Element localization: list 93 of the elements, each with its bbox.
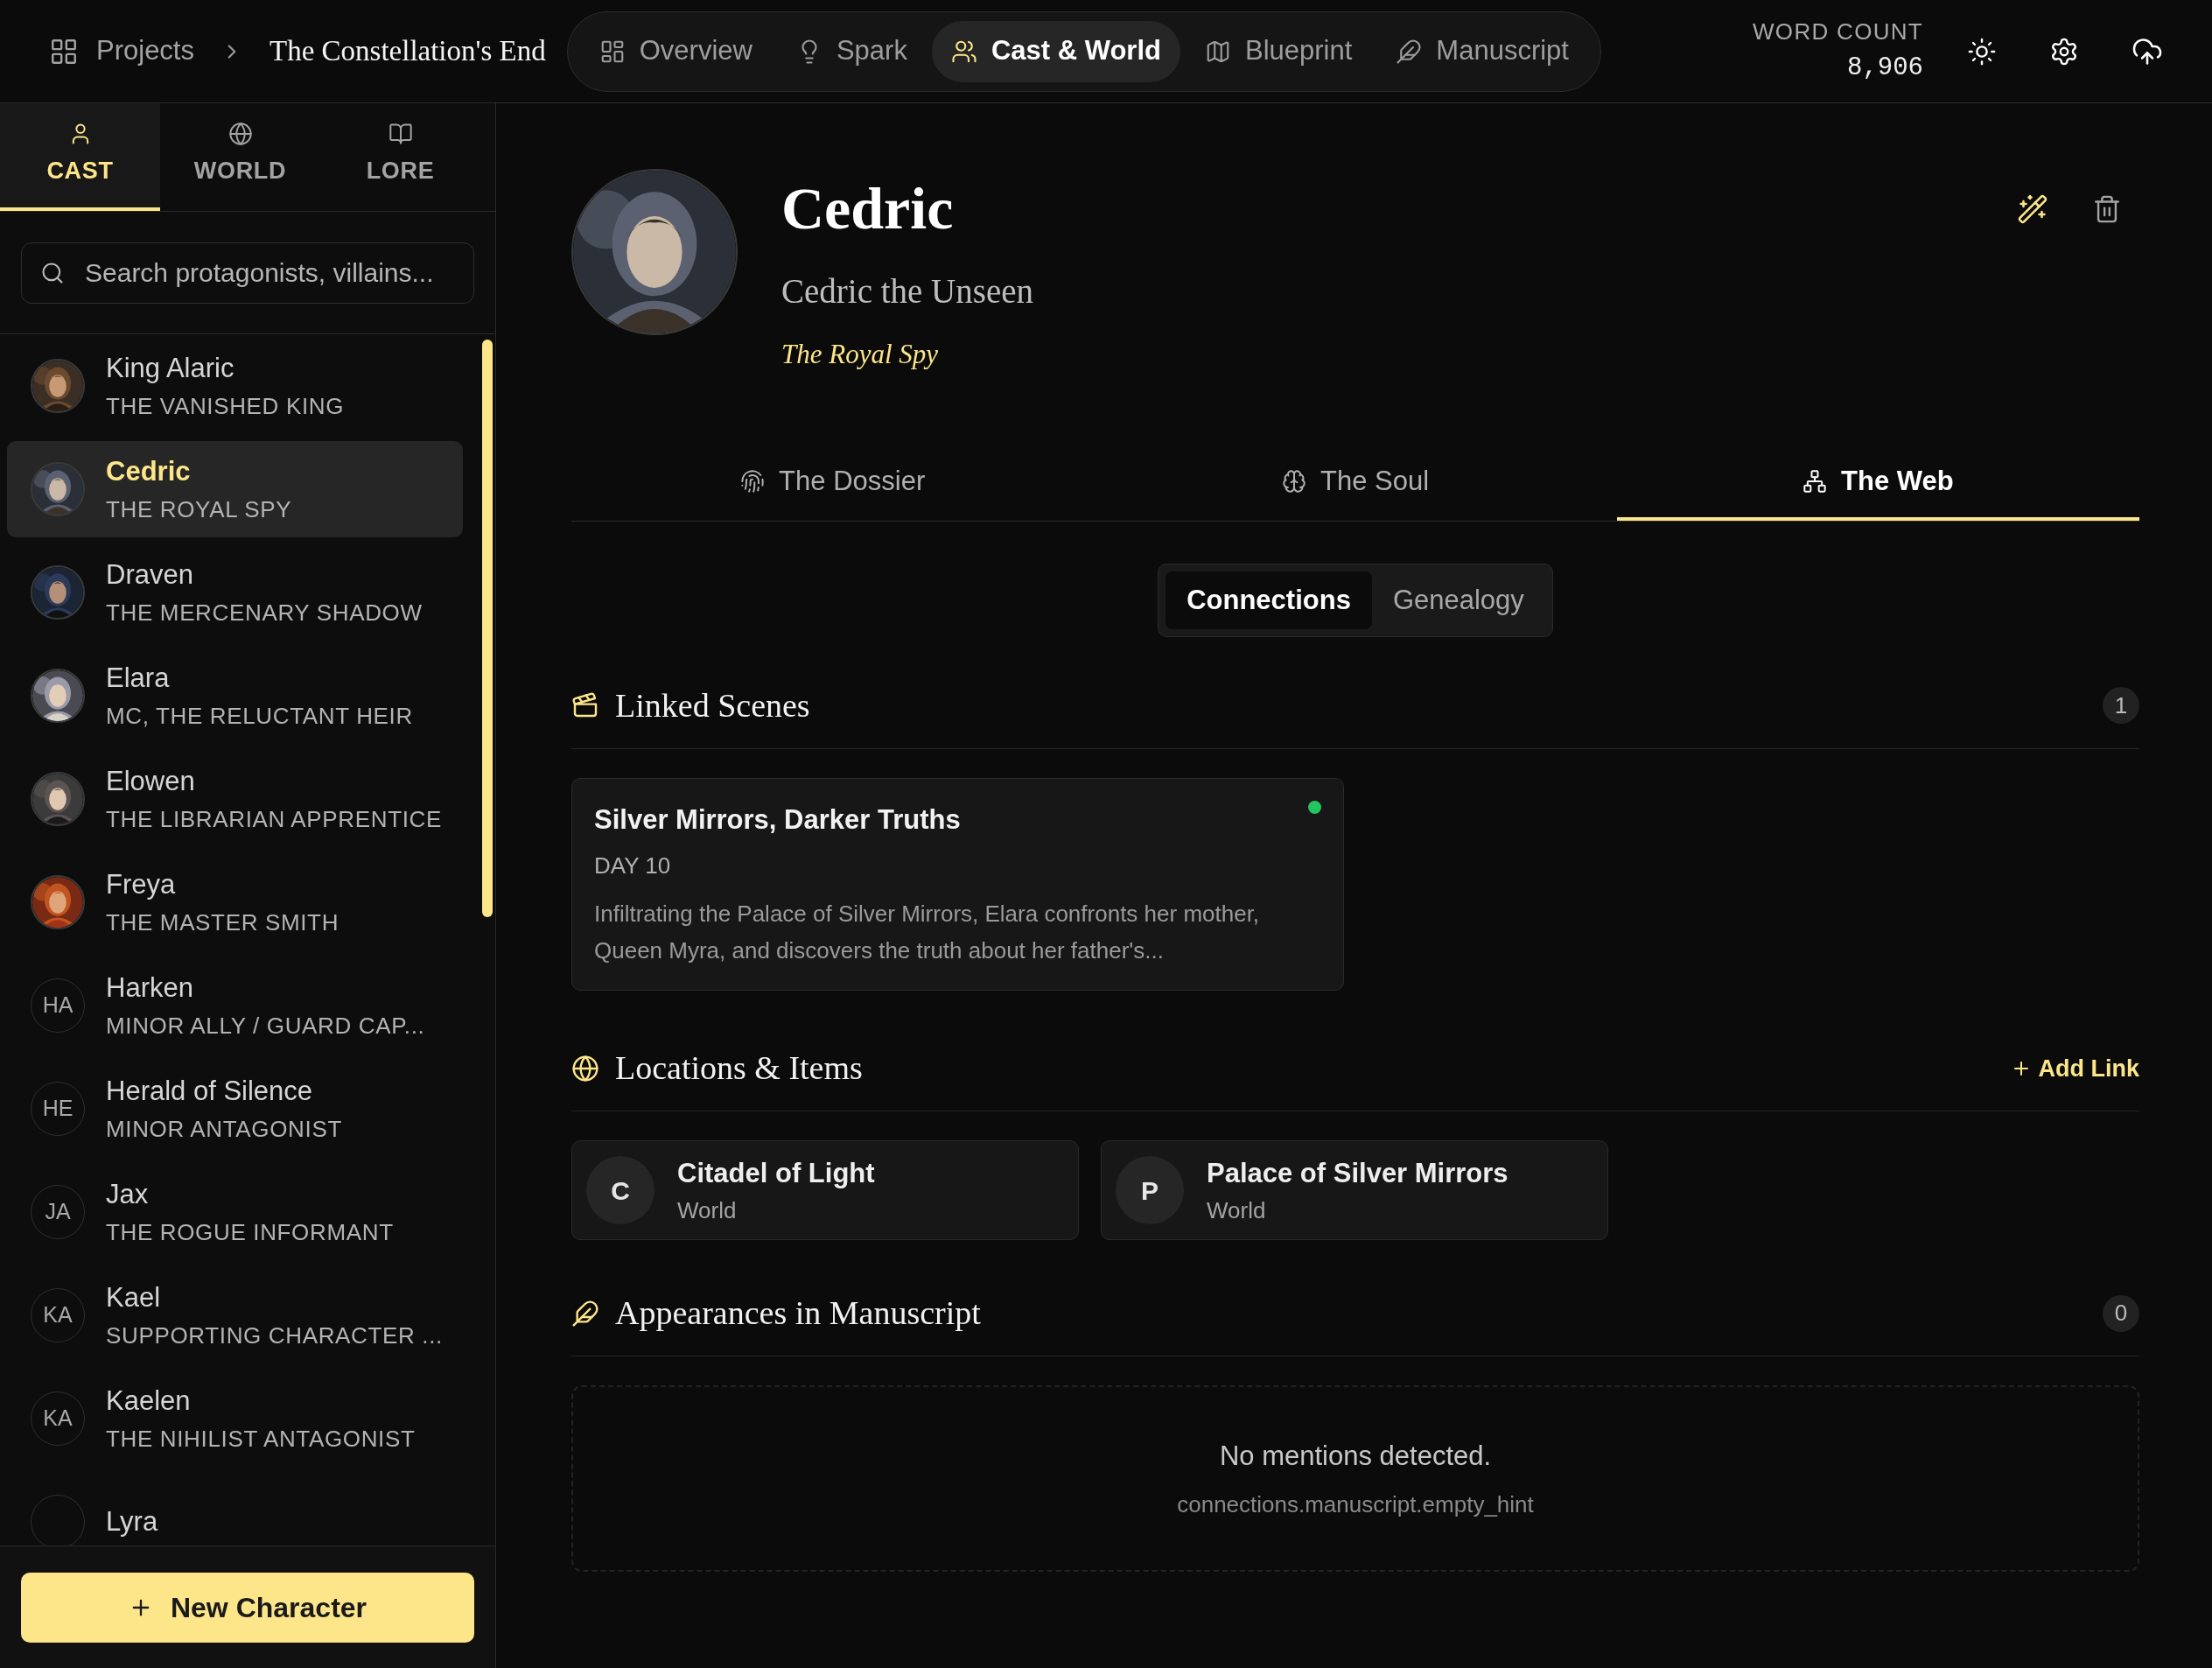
character-name: Harken xyxy=(106,971,194,1006)
location-name: Citadel of Light xyxy=(677,1156,875,1190)
profile-tab[interactable]: The Web xyxy=(1616,445,2139,521)
feather-icon xyxy=(1396,38,1423,65)
segment-tab[interactable]: Connections xyxy=(1166,571,1372,629)
generate-button[interactable] xyxy=(2017,193,2048,225)
character-item[interactable]: JA Jax THE ROGUE INFORMANT xyxy=(7,1164,463,1260)
search-icon xyxy=(40,260,65,285)
section-title: Locations & Items xyxy=(615,1048,863,1089)
character-role: THE ROGUE INFORMANT xyxy=(106,1217,394,1247)
character-name: Lyra xyxy=(106,1504,158,1538)
character-name: Draven xyxy=(106,558,194,592)
segment-tab[interactable]: Genealogy xyxy=(1371,571,1545,629)
settings-button[interactable] xyxy=(2049,36,2079,67)
scene-summary: Infiltrating the Palace of Silver Mirrors, Elara confronts her mother, Queen Myra, and discovers the truth about her father's... xyxy=(594,900,1261,966)
location-name: Palace of Silver Mirrors xyxy=(1207,1156,1508,1190)
section-title: Appearances in Manuscript xyxy=(615,1293,981,1334)
character-role: THE MASTER SMITH xyxy=(106,908,340,937)
search-field[interactable]: Search protagonists, villains... xyxy=(21,242,474,304)
scene-day: DAY 10 xyxy=(594,849,1321,884)
character-role: MINOR ANTAGONIST xyxy=(106,1114,342,1144)
project-title: The Constellation's End xyxy=(270,33,546,68)
character-name: King Alaric xyxy=(106,352,235,386)
character-role: The Royal Spy xyxy=(781,338,940,372)
character-name: Kaelen xyxy=(106,1384,192,1419)
character-role: MC, THE RELUCTANT HEIR xyxy=(106,701,413,731)
trash-icon xyxy=(2092,194,2122,224)
character-role: THE LIBRARIAN APPRENTICE xyxy=(106,804,443,834)
character-title: Cedric xyxy=(781,176,955,242)
nav-tab[interactable]: Blueprint xyxy=(1186,20,1372,82)
character-role: MINOR ALLY / GUARD CAP... xyxy=(106,1011,425,1041)
sidebar-tab[interactable]: WORLD xyxy=(160,103,320,211)
character-item[interactable]: HA Harken MINOR ALLY / GUARD CAP... xyxy=(7,957,463,1054)
character-item[interactable]: Draven THE MERCENARY SHADOW xyxy=(7,544,463,641)
location-card[interactable]: C Citadel of Light World xyxy=(571,1140,1079,1241)
settings-icon xyxy=(2049,36,2079,67)
word-count-value: 8,906 xyxy=(1847,53,1923,85)
character-item[interactable]: Elara MC, THE RELUCTANT HEIR xyxy=(7,648,463,744)
empty-hint: connections.manuscript.empty_hint xyxy=(1177,1489,1534,1519)
location-initial: C xyxy=(586,1156,654,1225)
location-card[interactable]: P Palace of Silver Mirrors World xyxy=(1101,1140,1608,1241)
character-item[interactable]: KA Kaelen THE NIHILIST ANTAGONIST xyxy=(7,1370,463,1467)
character-item[interactable]: Freya THE MASTER SMITH xyxy=(7,854,463,950)
character-epithet: Cedric the Unseen xyxy=(781,270,1034,312)
character-item[interactable]: HE Herald of Silence MINOR ANTAGONIST xyxy=(7,1061,463,1157)
character-name: Jax xyxy=(106,1178,150,1212)
network-icon xyxy=(1802,468,1827,494)
scene-title: Silver Mirrors, Darker Truths xyxy=(594,802,961,837)
scrollbar-thumb[interactable] xyxy=(482,340,493,917)
empty-message: No mentions detected. xyxy=(1219,1440,1492,1474)
character-name: Freya xyxy=(106,868,177,902)
character-role: SUPPORTING CHARACTER ... xyxy=(106,1321,443,1350)
character-name: Elowen xyxy=(106,765,196,799)
nav-tab[interactable]: Manuscript xyxy=(1376,20,1588,82)
sidebar-tab[interactable]: LORE xyxy=(320,103,480,211)
character-role: THE MERCENARY SHADOW xyxy=(106,598,423,627)
profile-tab[interactable]: The Dossier xyxy=(571,445,1095,521)
new-character-button[interactable]: New Character xyxy=(21,1572,474,1643)
count-badge: 1 xyxy=(2103,687,2139,725)
magic-wand-icon xyxy=(2017,193,2048,225)
character-item[interactable]: King Alaric THE VANISHED KING xyxy=(7,338,463,434)
scene-card[interactable]: Silver Mirrors, Darker Truths DAY 10 Infiltrating the Palace of Silver Mirrors, Elara confronts her mother, Queen Myra, and discovers the truth about her father's... xyxy=(571,777,1344,992)
add-link-button[interactable]: Add Link xyxy=(2010,1050,2139,1087)
character-role: THE NIHILIST ANTAGONIST xyxy=(106,1424,416,1454)
fingerprint-icon xyxy=(740,468,766,494)
character-role: THE ROYAL SPY xyxy=(106,494,292,524)
location-type: World xyxy=(1207,1196,1267,1226)
location-type: World xyxy=(677,1196,738,1226)
character-role: THE VANISHED KING xyxy=(106,391,345,421)
section-title: Linked Scenes xyxy=(615,685,810,725)
character-item[interactable]: KA Kael SUPPORTING CHARACTER ... xyxy=(7,1267,463,1363)
word-count-label: WORD COUNT xyxy=(1753,18,1923,47)
character-name: Kael xyxy=(106,1281,162,1315)
sun-icon xyxy=(1967,36,1997,67)
character-item[interactable]: Cedric THE ROYAL SPY xyxy=(7,441,463,537)
nav-tab[interactable]: Cast & World xyxy=(931,20,1180,82)
brain-icon xyxy=(1281,468,1306,494)
character-name: Cedric xyxy=(106,455,192,489)
location-initial: P xyxy=(1116,1156,1184,1225)
globe-icon xyxy=(571,1054,599,1083)
character-name: Herald of Silence xyxy=(106,1075,314,1109)
projects-link[interactable]: Projects xyxy=(49,31,194,72)
theme-button[interactable] xyxy=(1967,36,1997,67)
profile-tab[interactable]: The Soul xyxy=(1094,445,1617,521)
character-name: Elara xyxy=(106,662,171,696)
count-badge: 0 xyxy=(2103,1294,2139,1332)
feather-icon xyxy=(571,1299,599,1328)
character-item[interactable]: Elowen THE LIBRARIAN APPRENTICE xyxy=(7,751,463,847)
nav-tab[interactable]: Overview xyxy=(579,20,772,82)
sidebar-tab[interactable]: CAST xyxy=(0,103,160,211)
nav-tab[interactable]: Spark xyxy=(776,20,927,82)
globe-icon xyxy=(228,122,253,147)
delete-button[interactable] xyxy=(2092,193,2122,225)
